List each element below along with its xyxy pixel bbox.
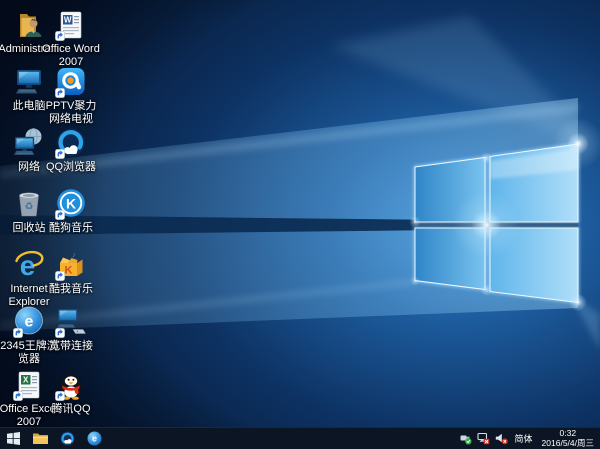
icon-label: 酷我音乐 [39,283,103,296]
icon-label: QQ浏览器 [39,161,103,174]
system-tray: 简体 0:32 2016/5/4/周三 [459,429,600,448]
desktop-item-qq-browser[interactable]: QQ浏览器 [39,126,103,174]
kuwo-music-icon: K ♪ [54,248,88,282]
taskbar: e [0,427,600,449]
volume-muted-icon[interactable] [495,432,508,445]
svg-text:e: e [25,314,34,331]
icon-label: 宽带连接 [39,340,103,353]
pptv-icon [54,65,88,99]
network-disconnected-icon[interactable] [477,432,490,445]
start-button[interactable] [0,428,27,449]
taskbar-qq-browser-button[interactable] [54,428,81,449]
desktop-item-broadband[interactable]: 宽带连接 [39,305,103,353]
file-explorer-icon [33,432,48,445]
desktop-item-word[interactable]: W Office Word 2007 [39,8,103,68]
svg-text:W: W [64,16,72,25]
icon-label: 酷狗音乐 [39,222,103,235]
language-indicator[interactable]: 简体 [513,432,535,445]
svg-text:♪: ♪ [72,250,76,259]
svg-text:e: e [92,434,97,444]
usb-safely-remove-icon[interactable] [459,432,472,445]
clock-date: 2016/5/4/周三 [542,439,594,449]
svg-text:K: K [65,265,73,277]
desktop-item-kuwo[interactable]: K ♪ 酷我音乐 [39,248,103,296]
taskbar-clock[interactable]: 0:32 2016/5/4/周三 [540,429,596,448]
desktop-item-tencent-qq[interactable]: 腾讯QQ [39,368,103,416]
desktop[interactable]: Administra... 此电脑 网络 ♻ 回收站 [0,0,600,449]
desktop-item-pptv[interactable]: PPTV聚力 网络电视 [39,65,103,125]
desktop-item-kugou[interactable]: K 酷狗音乐 [39,187,103,235]
qq-browser-icon [54,126,88,160]
taskbar-file-explorer-button[interactable] [27,428,54,449]
word-icon: W [54,8,88,42]
kugou-music-icon: K [54,187,88,221]
windows-start-icon [7,432,20,445]
broadband-connection-icon [54,305,88,339]
taskbar-2345-browser-button[interactable]: e [81,428,108,449]
svg-text:K: K [66,195,76,211]
icon-label: 腾讯QQ [39,403,103,416]
icon-label: PPTV聚力 网络电视 [39,100,103,125]
tencent-qq-icon [54,368,88,402]
qq-browser-icon [60,431,75,446]
svg-text:X: X [23,376,29,385]
svg-text:♻: ♻ [25,202,34,213]
2345-browser-icon: e [87,431,102,446]
